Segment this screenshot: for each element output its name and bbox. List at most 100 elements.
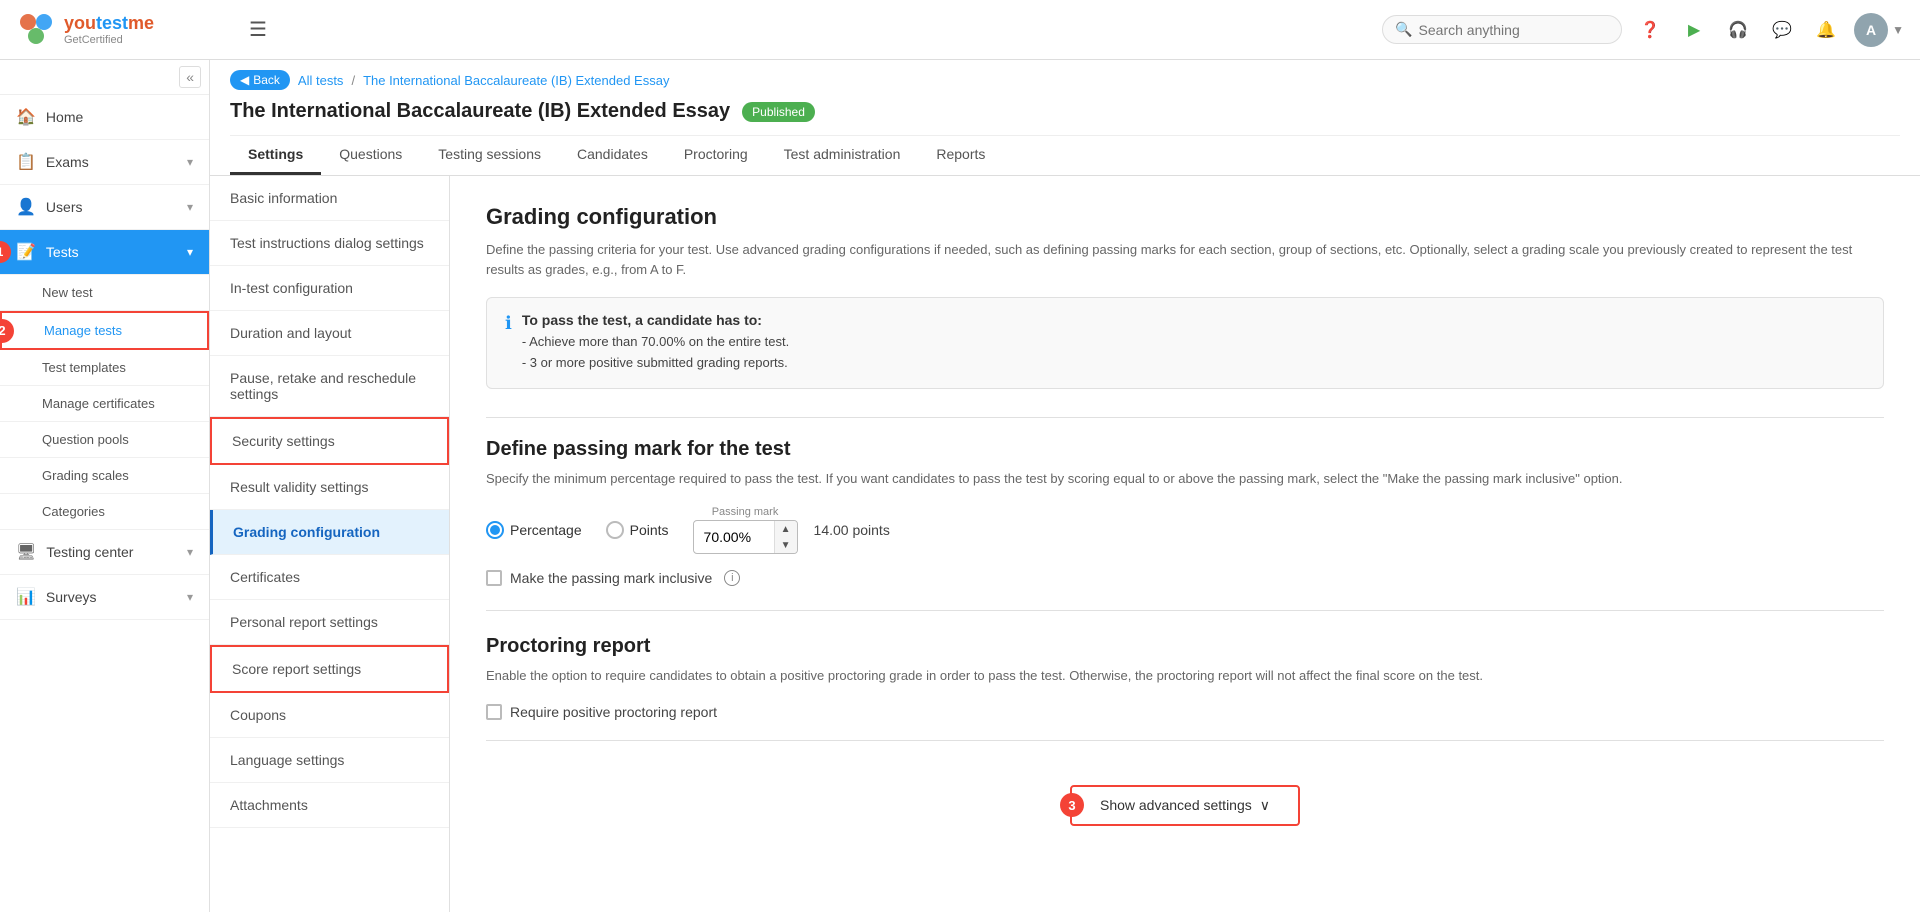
sidebar-label-testing-center: Testing center: [46, 544, 133, 560]
sidebar-item-exams[interactable]: 📋 Exams ▾: [0, 140, 209, 185]
sidebar-label-surveys: Surveys: [46, 589, 97, 605]
tab-settings[interactable]: Settings: [230, 136, 321, 175]
sidebar-item-testing-center[interactable]: 🖥 Testing center ▾: [0, 530, 209, 575]
proctoring-checkbox-row: Require positive proctoring report: [486, 704, 1884, 720]
page-title: The International Baccalaureate (IB) Ext…: [230, 100, 730, 123]
sidebar-item-home[interactable]: 🏠 Home: [0, 95, 209, 140]
tab-questions[interactable]: Questions: [321, 136, 420, 175]
tests-step-badge: 1: [0, 241, 11, 263]
tab-reports[interactable]: Reports: [918, 136, 1003, 175]
testing-center-icon: 🖥: [16, 542, 36, 562]
passing-mark-title: Define passing mark for the test: [486, 438, 1884, 461]
settings-menu-coupons[interactable]: Coupons: [210, 693, 449, 738]
sidebar-item-tests[interactable]: 1 📝 Tests ▾: [0, 230, 209, 275]
sidebar-sub-manage-tests[interactable]: 2 Manage tests: [0, 311, 209, 350]
settings-menu-result-validity[interactable]: Result validity settings: [210, 465, 449, 510]
tab-test-administration[interactable]: Test administration: [766, 136, 919, 175]
passing-mark-label: Passing mark: [712, 506, 779, 518]
published-badge: Published: [742, 102, 815, 122]
sidebar-item-users[interactable]: 👤 Users ▾: [0, 185, 209, 230]
chat-button[interactable]: 💬: [1766, 14, 1798, 46]
radio-points[interactable]: Points: [606, 521, 669, 539]
logo-subtitle: GetCertified: [64, 34, 154, 46]
breadcrumb-separator: /: [351, 73, 355, 88]
info-box-line1: - Achieve more than 70.00% on the entire…: [522, 332, 789, 353]
settings-menu-basic-info[interactable]: Basic information: [210, 176, 449, 221]
breadcrumb-all-tests[interactable]: All tests: [298, 73, 344, 88]
settings-menu-grading-config[interactable]: Grading configuration: [210, 510, 449, 555]
avatar-button[interactable]: A ▼: [1854, 13, 1904, 47]
breadcrumb-current: The International Baccalaureate (IB) Ext…: [363, 73, 669, 88]
tests-arrow-icon: ▾: [187, 245, 193, 259]
breadcrumb-row: ◀ Back All tests / The International Bac…: [230, 60, 1900, 94]
page-title-row: The International Baccalaureate (IB) Ext…: [230, 94, 1900, 135]
sidebar-item-surveys[interactable]: 📊 Surveys ▾: [0, 575, 209, 620]
tab-proctoring[interactable]: Proctoring: [666, 136, 766, 175]
spinner-up[interactable]: ▲: [775, 521, 797, 537]
proctoring-checkbox[interactable]: [486, 704, 502, 720]
radio-points-label: Points: [630, 522, 669, 538]
manage-tests-label: Manage tests: [44, 323, 122, 338]
settings-menu-attachments[interactable]: Attachments: [210, 783, 449, 828]
sidebar-label-users: Users: [46, 199, 83, 215]
section-divider-2: [486, 610, 1884, 611]
spinner-buttons: ▲ ▼: [774, 521, 797, 553]
settings-menu-personal-report[interactable]: Personal report settings: [210, 600, 449, 645]
play-button[interactable]: ▶: [1678, 14, 1710, 46]
tabs-row: Settings Questions Testing sessions Cand…: [230, 135, 1900, 175]
notification-button[interactable]: 🔔: [1810, 14, 1842, 46]
back-button[interactable]: ◀ Back: [230, 70, 290, 90]
settings-menu-test-instructions[interactable]: Test instructions dialog settings: [210, 221, 449, 266]
sidebar-sub-test-templates[interactable]: Test templates: [0, 350, 209, 386]
settings-menu-score-report[interactable]: Score report settings: [210, 645, 449, 693]
radio-percentage-label: Percentage: [510, 522, 582, 538]
tab-candidates[interactable]: Candidates: [559, 136, 666, 175]
top-header: youtestme GetCertified ☰ 🔍 ❓ ▶ 🎧 💬 🔔 A ▼: [0, 0, 1920, 60]
show-advanced-settings-button[interactable]: 3 Show advanced settings ∨: [1070, 785, 1300, 826]
advanced-chevron-icon: ∨: [1260, 797, 1270, 814]
sidebar: « 🏠 Home 📋 Exams ▾ 👤 Users ▾ 1 📝 Tests ▾…: [0, 60, 210, 912]
passing-mark-input[interactable]: [694, 523, 774, 551]
settings-menu-pause-retake[interactable]: Pause, retake and reschedule settings: [210, 356, 449, 417]
settings-menu-in-test-config[interactable]: In-test configuration: [210, 266, 449, 311]
testing-center-arrow-icon: ▾: [187, 545, 193, 559]
header-right: 🔍 ❓ ▶ 🎧 💬 🔔 A ▼: [1382, 13, 1904, 47]
grading-config-desc: Define the passing criteria for your tes…: [486, 240, 1884, 279]
sidebar-sub-question-pools[interactable]: Question pools: [0, 422, 209, 458]
settings-menu-duration-layout[interactable]: Duration and layout: [210, 311, 449, 356]
sidebar-sub-categories[interactable]: Categories: [0, 494, 209, 530]
passing-mark-input-col: Passing mark ▲ ▼: [693, 506, 798, 554]
collapse-button[interactable]: «: [179, 66, 201, 88]
logo-icon: [16, 10, 56, 50]
sidebar-label-tests: Tests: [46, 244, 79, 260]
inclusive-checkbox[interactable]: [486, 570, 502, 586]
radio-percentage[interactable]: Percentage: [486, 521, 582, 539]
hamburger-button[interactable]: ☰: [242, 14, 274, 46]
sidebar-sub-new-test[interactable]: New test: [0, 275, 209, 311]
grading-info-box: ℹ To pass the test, a candidate has to: …: [486, 297, 1884, 389]
settings-menu-language[interactable]: Language settings: [210, 738, 449, 783]
headset-button[interactable]: 🎧: [1722, 14, 1754, 46]
inclusive-info-icon[interactable]: i: [724, 570, 740, 586]
sidebar-sub-manage-certificates[interactable]: Manage certificates: [0, 386, 209, 422]
settings-menu-certificates[interactable]: Certificates: [210, 555, 449, 600]
radio-options-row: Percentage Points Passing mark: [486, 506, 1884, 554]
settings-menu-security[interactable]: Security settings: [210, 417, 449, 465]
advanced-btn-container: 3 Show advanced settings ∨: [486, 761, 1884, 826]
section-divider-3: [486, 740, 1884, 741]
help-button[interactable]: ❓: [1634, 14, 1666, 46]
sidebar-sub-grading-scales[interactable]: Grading scales: [0, 458, 209, 494]
inclusive-label: Make the passing mark inclusive: [510, 570, 712, 586]
passing-mark-desc: Specify the minimum percentage required …: [486, 469, 1884, 489]
search-box[interactable]: 🔍: [1382, 15, 1622, 44]
proctoring-desc: Enable the option to require candidates …: [486, 666, 1884, 686]
section-divider-1: [486, 417, 1884, 418]
search-input[interactable]: [1419, 22, 1610, 38]
surveys-icon: 📊: [16, 587, 36, 607]
tab-testing-sessions[interactable]: Testing sessions: [420, 136, 559, 175]
content-area: ◀ Back All tests / The International Bac…: [210, 60, 1920, 912]
users-arrow-icon: ▾: [187, 200, 193, 214]
radio-points-circle: [606, 521, 624, 539]
tests-icon: 📝: [16, 242, 36, 262]
spinner-down[interactable]: ▼: [775, 537, 797, 553]
